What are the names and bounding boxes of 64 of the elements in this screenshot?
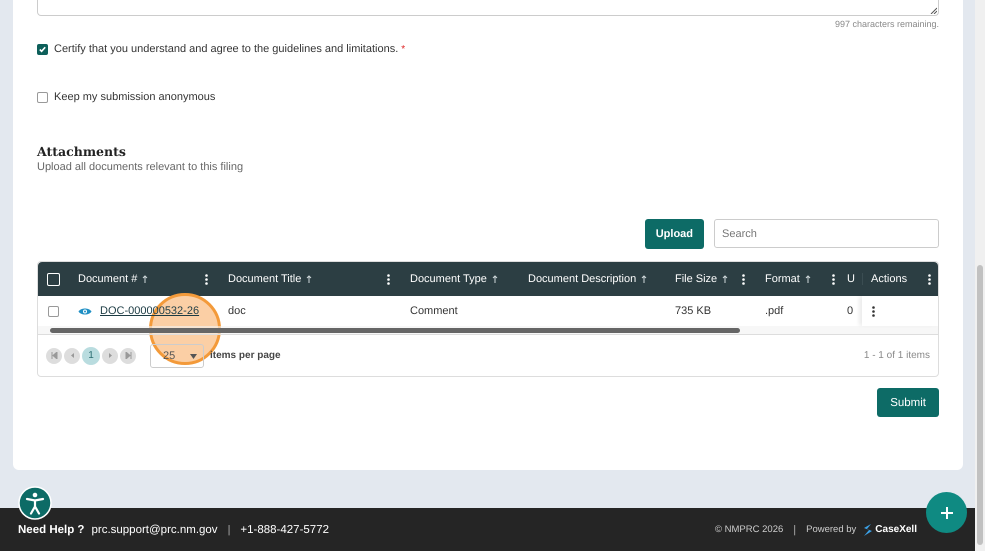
- column-header[interactable]: Document Type: [410, 273, 487, 285]
- brand-name: CaseXell: [875, 524, 917, 535]
- column-header[interactable]: File Size: [675, 273, 718, 285]
- upload-button[interactable]: Upload: [644, 219, 704, 249]
- table-cell: doc: [228, 305, 246, 317]
- table-cell: 0: [847, 305, 854, 317]
- character-counter: 997 characters remaining.: [834, 19, 939, 30]
- column-header[interactable]: Document Description: [528, 273, 636, 285]
- horizontal-scrollbar[interactable]: [38, 326, 938, 335]
- next-page-button[interactable]: [102, 348, 118, 364]
- first-page-button[interactable]: [46, 348, 62, 364]
- powered-by-label: Powered by: [806, 524, 856, 535]
- last-page-button[interactable]: [120, 348, 136, 364]
- column-header[interactable]: Format: [765, 273, 800, 285]
- sort-arrow-icon[interactable]: [722, 275, 728, 283]
- sort-arrow-icon[interactable]: [641, 275, 648, 283]
- search-field[interactable]: Search: [714, 219, 939, 248]
- page-size-label: items per page: [210, 350, 281, 361]
- select-all-checkbox[interactable]: [46, 272, 60, 286]
- column-menu-icon[interactable]: [832, 274, 835, 284]
- sort-arrow-icon[interactable]: [142, 275, 148, 283]
- column-header[interactable]: Actions: [871, 273, 908, 285]
- eye-icon[interactable]: [78, 306, 92, 316]
- resize-handle-icon[interactable]: [930, 7, 937, 14]
- previous-page-button[interactable]: [64, 348, 80, 364]
- accessibility-icon[interactable]: [18, 486, 52, 520]
- column-menu-icon[interactable]: [742, 274, 745, 284]
- page-size-dropdown[interactable]: 25: [150, 344, 204, 368]
- column-menu-icon[interactable]: [928, 274, 931, 284]
- plus-icon[interactable]: [940, 506, 954, 520]
- separator: |: [793, 524, 796, 536]
- help-label: Need Help ?: [18, 524, 84, 536]
- email-link[interactable]: prc.support@prc.nm.gov: [91, 524, 218, 536]
- copyright-text: © NMPRC 2026: [715, 524, 784, 535]
- row-checkbox[interactable]: [48, 306, 58, 316]
- caret-icon[interactable]: [190, 354, 197, 359]
- submit-button[interactable]: Submit: [877, 388, 939, 417]
- table-cell: 735 KB: [675, 305, 712, 317]
- comment-field[interactable]: [37, 0, 939, 16]
- table-cell: Comment: [410, 305, 458, 317]
- column-menu-icon[interactable]: [205, 274, 208, 284]
- page-scrollbar[interactable]: [975, 0, 985, 551]
- column-header[interactable]: U: [847, 273, 855, 285]
- separator: |: [228, 524, 230, 536]
- row-menu-icon[interactable]: [872, 306, 875, 316]
- column-header[interactable]: Document #: [78, 273, 138, 285]
- sort-arrow-icon[interactable]: [804, 275, 811, 283]
- sort-arrow-icon[interactable]: [492, 275, 498, 283]
- section-title: Attachments: [37, 144, 127, 159]
- section-subtitle: Upload all documents relevant to this filing: [37, 161, 244, 173]
- add-button[interactable]: [926, 492, 967, 533]
- column-menu-icon[interactable]: [387, 274, 390, 284]
- page-button[interactable]: 1: [82, 346, 100, 364]
- checkbox[interactable]: [37, 44, 48, 54]
- required-mark: *: [401, 44, 406, 54]
- column-header[interactable]: Document Title: [228, 273, 302, 285]
- checkbox-label: Keep my submission anonymous: [54, 91, 216, 103]
- checkbox-label: Certify that you understand and agree to the guidelines and limitations.: [54, 43, 398, 55]
- checkbox[interactable]: [37, 92, 48, 102]
- phone-number: +1-888-427-5772: [240, 524, 329, 536]
- logo-icon: [863, 524, 872, 536]
- table-cell: .pdf: [765, 305, 784, 317]
- sort-arrow-icon[interactable]: [306, 275, 312, 283]
- pager-summary: 1 - 1 of 1 items: [864, 350, 930, 361]
